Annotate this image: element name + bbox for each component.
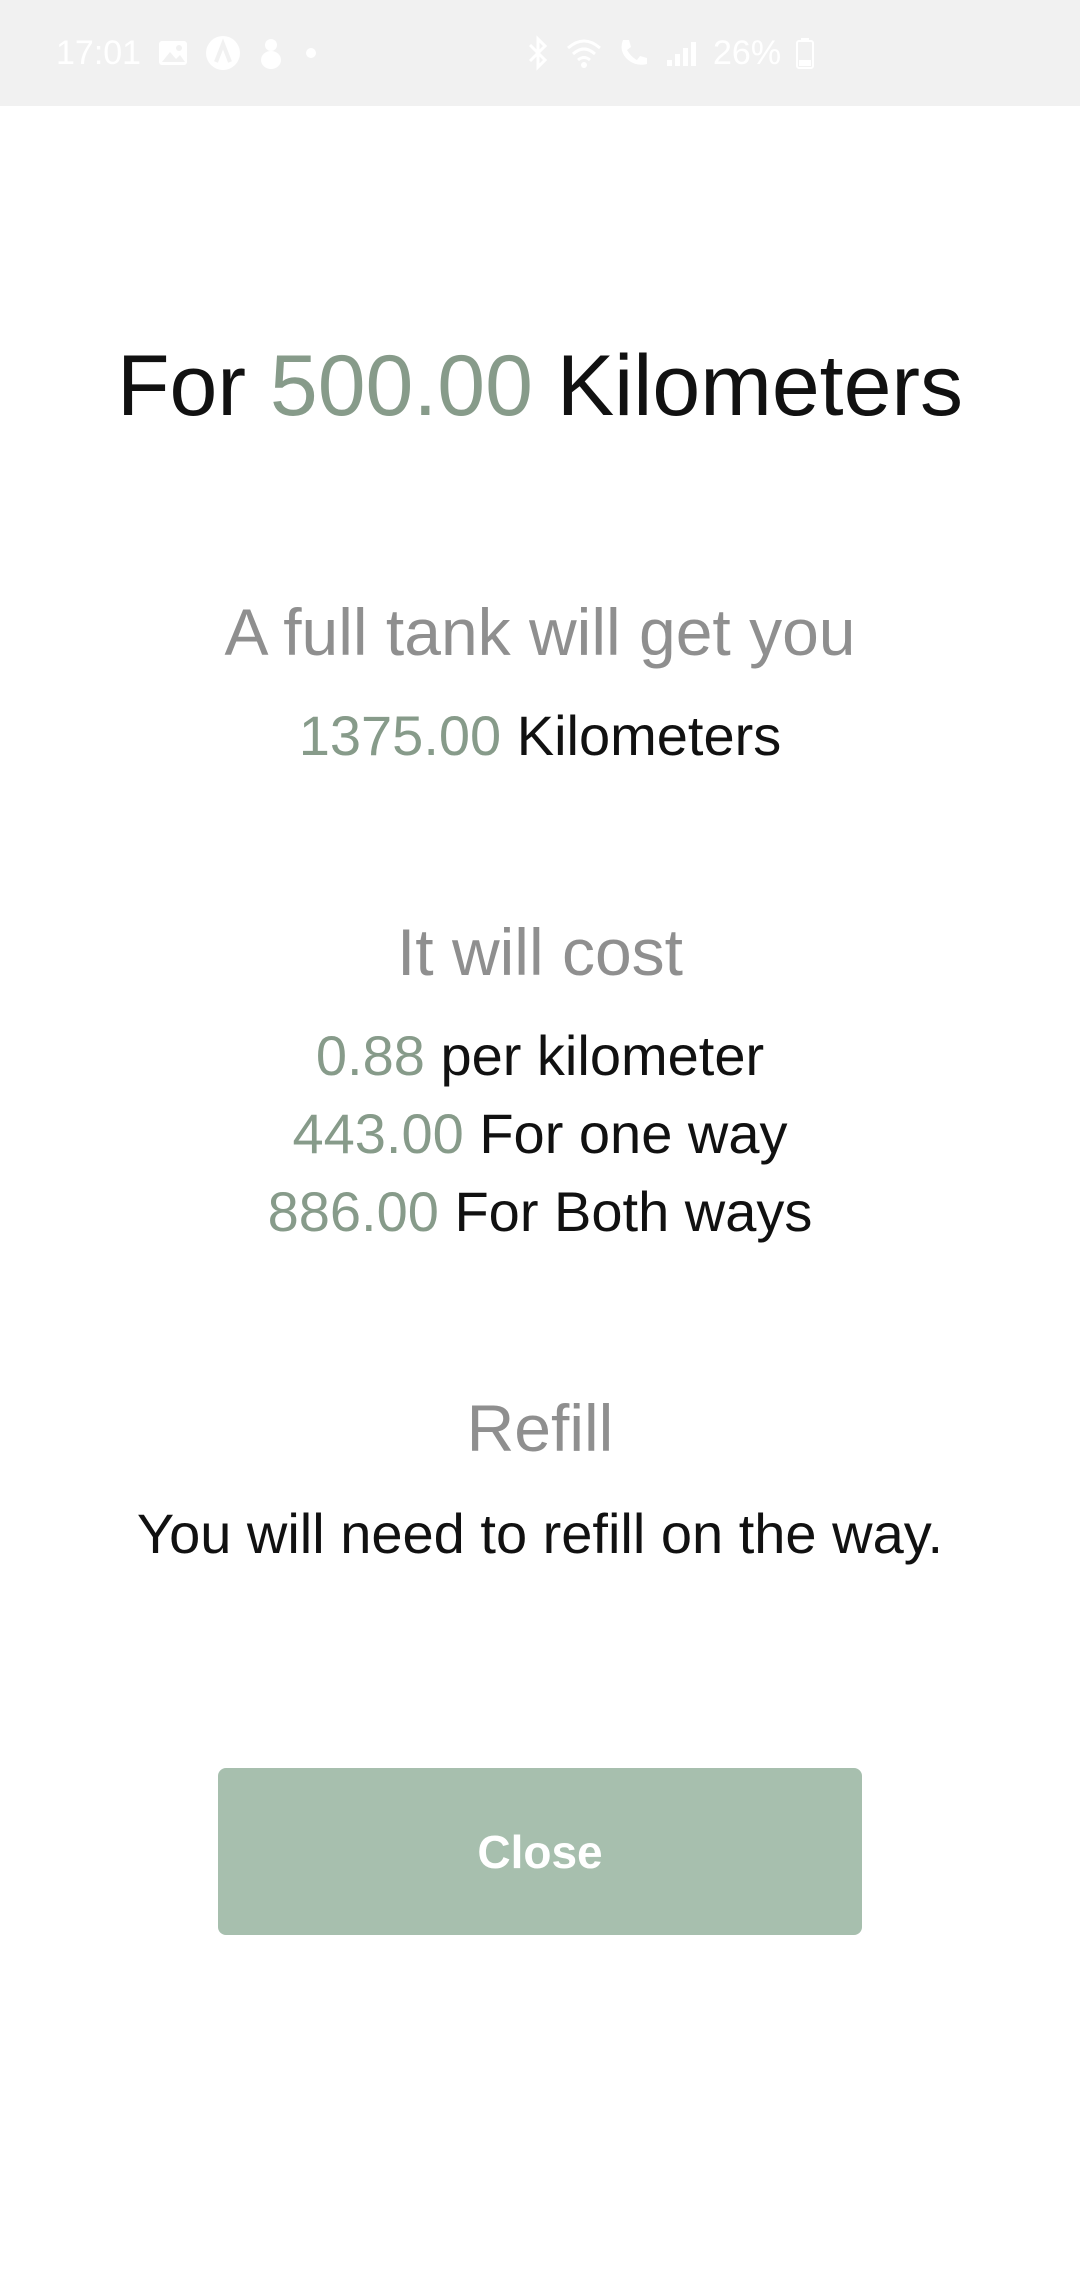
- notification-icon: [257, 36, 285, 70]
- status-bar-right: 26%: [525, 0, 815, 106]
- signal-icon: [665, 38, 699, 68]
- cost-value: 443.00: [292, 1102, 464, 1165]
- app-a-icon: [205, 35, 241, 71]
- cost-label: For Both ways: [454, 1180, 813, 1243]
- call-icon: [617, 36, 651, 70]
- dot-icon: [301, 43, 321, 63]
- refill-message: You will need to refill on the way.: [136, 1502, 944, 1565]
- refill-heading: Refill: [466, 1391, 614, 1465]
- cost-value: 0.88: [315, 1024, 425, 1087]
- cost-label: For one way: [479, 1102, 788, 1165]
- range-heading: A full tank will get you: [224, 595, 856, 669]
- cost-heading: It will cost: [396, 915, 684, 989]
- status-bar-left: 17:01: [56, 0, 321, 106]
- status-bar: 17:01 26%: [0, 0, 1080, 106]
- trip-summary: For 500.00 Kilometers A full tank will g…: [0, 106, 1080, 2280]
- cost-one-way-line: 443.00 For one way: [0, 1098, 1080, 1170]
- title-prefix: For: [116, 338, 246, 434]
- status-time: 17:01: [56, 33, 142, 72]
- cost-label: per kilometer: [440, 1024, 765, 1087]
- cost-both-ways-line: 886.00 For Both ways: [0, 1176, 1080, 1248]
- cost-value: 886.00: [267, 1180, 439, 1243]
- image-icon: [157, 38, 189, 68]
- close-button[interactable]: Close: [218, 1768, 862, 1935]
- wifi-icon: [565, 36, 603, 70]
- title-distance: 500.00: [269, 338, 533, 434]
- battery-icon: [795, 36, 815, 70]
- page-title: For 500.00 Kilometers: [0, 331, 1080, 441]
- range-unit: Kilometers: [516, 704, 782, 767]
- title-unit: Kilometers: [556, 338, 964, 434]
- battery-percent: 26%: [713, 33, 782, 72]
- bluetooth-icon: [525, 35, 551, 71]
- cost-per-km-line: 0.88 per kilometer: [0, 1020, 1080, 1092]
- range-value-line: 1375.00 Kilometers: [0, 700, 1080, 772]
- range-value: 1375.00: [298, 704, 502, 767]
